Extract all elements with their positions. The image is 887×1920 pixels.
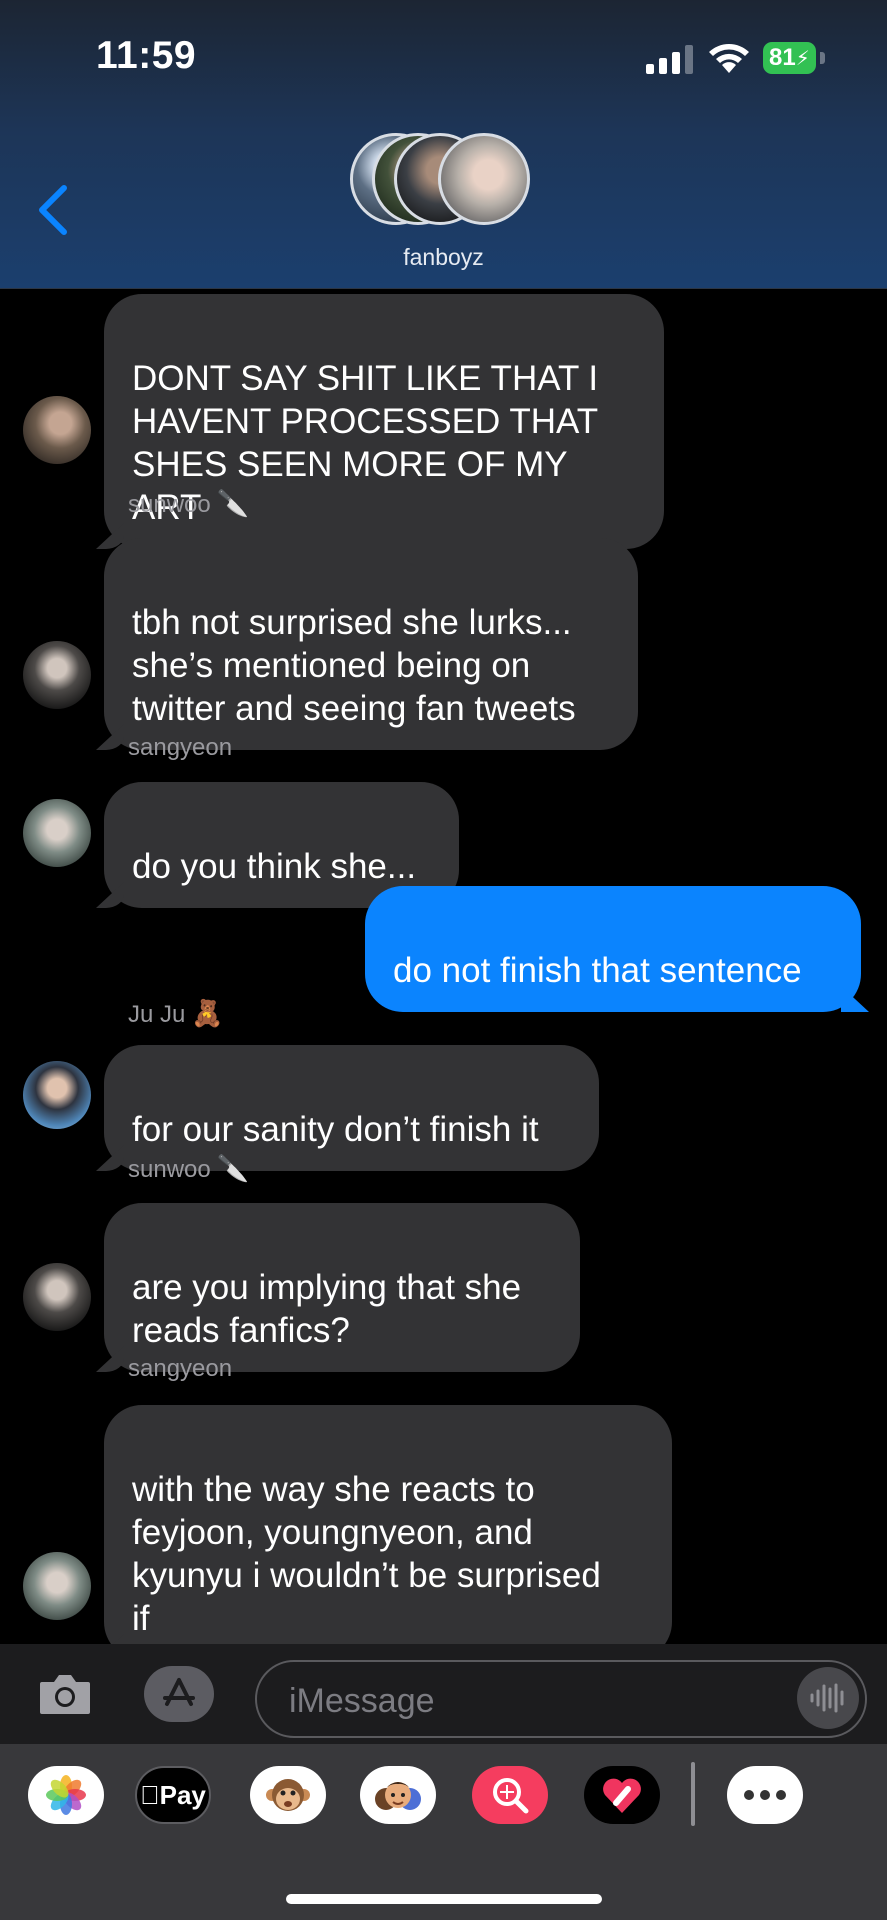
message-input[interactable] xyxy=(287,1678,751,1724)
sender-emoji: 🔪 xyxy=(216,1153,250,1183)
sender-name-text: sangyeon xyxy=(128,1355,233,1382)
group-avatar-stack[interactable] xyxy=(350,133,540,229)
outgoing-message-bubble[interactable]: do not finish that sentence xyxy=(365,886,861,1012)
sender-emoji: 🧸 xyxy=(191,998,224,1028)
sender-name-text: sunwoo xyxy=(128,491,211,518)
chevron-left-icon xyxy=(39,185,67,235)
sender-emoji: 🔪 xyxy=(216,488,250,518)
app-store-button[interactable] xyxy=(144,1666,214,1722)
incoming-message-bubble[interactable]: with the way she reacts to feyjoon, youn… xyxy=(104,1405,672,1644)
battery-cap xyxy=(820,52,825,64)
imessage-app-drawer: Pay xyxy=(0,1744,887,1920)
home-indicator[interactable] xyxy=(286,1894,602,1904)
sender-name: Ju Ju 🧸 xyxy=(128,998,224,1029)
back-button[interactable] xyxy=(30,180,80,240)
status-time: 11:59 xyxy=(96,34,197,77)
sender-avatar[interactable] xyxy=(23,799,91,867)
apple-pay-label: Pay xyxy=(149,1779,206,1810)
wifi-icon xyxy=(709,44,749,73)
message-field[interactable] xyxy=(255,1660,867,1738)
charging-bolt-icon: ⚡ xyxy=(795,48,810,70)
sender-avatar[interactable] xyxy=(23,1263,91,1331)
drawer-separator xyxy=(691,1762,695,1826)
apple-pay-button[interactable]: Pay xyxy=(135,1766,211,1824)
incoming-message-bubble[interactable]: tbh not surprised she lurks... she’s men… xyxy=(104,538,638,750)
photos-icon xyxy=(46,1775,86,1815)
app-store-icon xyxy=(163,1678,195,1706)
animoji-button[interactable] xyxy=(250,1766,326,1824)
sender-name: sunwoo 🔪 xyxy=(128,1153,249,1184)
message-text: with the way she reacts to feyjoon, youn… xyxy=(132,1470,601,1638)
message-text: do you think she... xyxy=(132,847,417,886)
sender-avatar[interactable] xyxy=(23,396,91,464)
compose-bar xyxy=(0,1644,887,1744)
digital-touch-button[interactable] xyxy=(584,1766,660,1824)
sender-name: sunwoo 🔪 xyxy=(128,488,249,519)
incoming-message-bubble[interactable]: are you implying that she reads fanfics? xyxy=(104,1203,580,1372)
camera-icon xyxy=(40,1675,90,1714)
sender-name-text: Ju Ju xyxy=(128,1001,186,1028)
cellular-signal-icon xyxy=(646,44,694,74)
battery-level: 81 xyxy=(769,44,796,71)
image-search-icon xyxy=(493,1778,529,1814)
sender-name-text: sangyeon xyxy=(128,734,233,761)
group-name[interactable]: fanboyz xyxy=(0,244,887,271)
message-thread[interactable]: DONT SAY SHIT LIKE THAT I HAVENT PROCESS… xyxy=(0,288,887,1644)
image-search-button[interactable] xyxy=(472,1766,548,1824)
message-text: for our sanity don’t finish it xyxy=(132,1110,539,1149)
conversation-header: 11:59 81⚡ fanboyz xyxy=(0,0,887,289)
animoji-icon xyxy=(266,1779,310,1811)
sender-avatar[interactable] xyxy=(23,641,91,709)
memoji-icon xyxy=(375,1782,421,1810)
sender-name-text: sunwoo xyxy=(128,1156,211,1183)
message-text: do not finish that sentence xyxy=(393,951,802,990)
message-text: are you implying that she reads fanfics? xyxy=(132,1268,522,1350)
more-apps-button[interactable] xyxy=(727,1766,803,1824)
apple-logo-icon:  xyxy=(140,1780,160,1811)
battery-indicator: 81⚡ xyxy=(763,42,816,74)
sender-name: sangyeon xyxy=(128,1355,232,1383)
voice-message-button[interactable] xyxy=(797,1667,859,1729)
camera-button[interactable] xyxy=(38,1672,92,1716)
member-avatar xyxy=(438,133,530,225)
memoji-button[interactable] xyxy=(360,1766,436,1824)
photos-app-button[interactable] xyxy=(28,1766,104,1824)
digital-touch-icon xyxy=(603,1778,641,1813)
message-text: tbh not surprised she lurks... she’s men… xyxy=(132,603,576,728)
sender-avatar[interactable] xyxy=(23,1061,91,1129)
more-icon xyxy=(744,1790,786,1800)
sender-name: sangyeon xyxy=(128,734,232,762)
sender-avatar[interactable] xyxy=(23,1552,91,1620)
waveform-icon xyxy=(810,1683,844,1713)
